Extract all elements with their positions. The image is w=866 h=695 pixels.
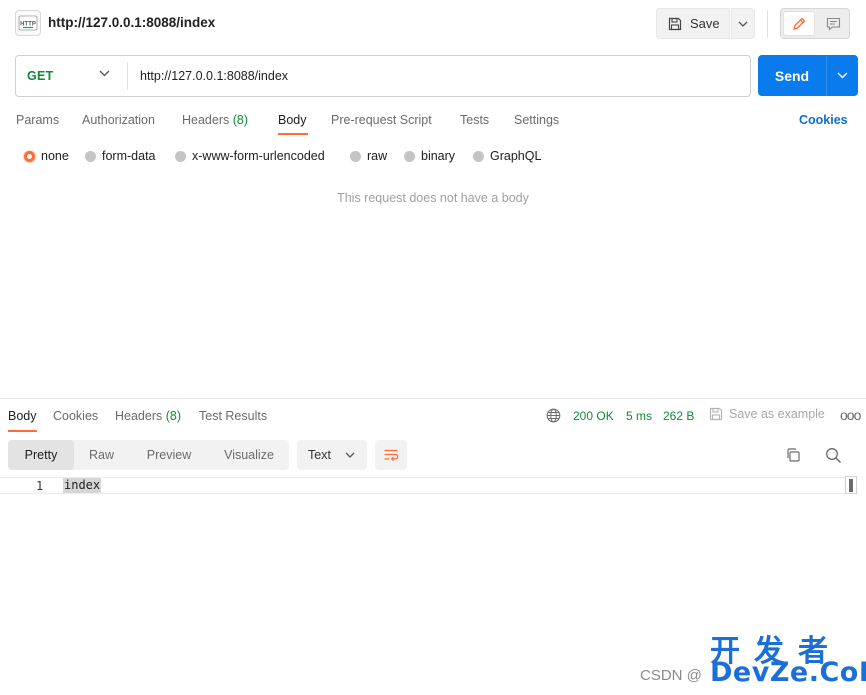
empty-body-message: This request does not have a body (337, 191, 529, 205)
radio-x-www-form-urlencoded[interactable]: x-www-form-urlencoded (175, 149, 325, 163)
save-icon (709, 407, 723, 421)
format-label: Text (308, 448, 331, 462)
tab-headers[interactable]: Headers (8) (182, 113, 248, 127)
cookies-link[interactable]: Cookies (799, 113, 848, 127)
globe-icon[interactable] (546, 408, 561, 423)
save-label: Save (690, 16, 720, 31)
save-button[interactable]: Save (656, 8, 730, 39)
response-divider[interactable] (0, 398, 866, 399)
tab-body[interactable]: Body (278, 113, 307, 127)
more-options-icon[interactable]: ooo (840, 407, 861, 423)
watermark-csdn: CSDN @ (640, 667, 702, 684)
response-size[interactable]: 262 B (663, 409, 694, 423)
editor-scrollbar[interactable] (845, 476, 857, 494)
response-time[interactable]: 5 ms (626, 409, 652, 423)
editor-current-line (0, 477, 858, 494)
url-input[interactable]: http://127.0.0.1:8088/index (140, 69, 288, 83)
view-preview[interactable]: Preview (129, 440, 209, 470)
response-body-text[interactable]: index (63, 478, 102, 493)
tab-pre-request-script[interactable]: Pre-request Script (331, 113, 432, 127)
wrap-lines-button[interactable] (375, 440, 407, 470)
request-title[interactable]: http://127.0.0.1:8088/index (48, 15, 215, 30)
save-options-button[interactable] (731, 8, 755, 39)
response-tab-cookies[interactable]: Cookies (53, 409, 98, 423)
chevron-down-icon (345, 452, 355, 458)
status-code[interactable]: 200 OK (573, 409, 614, 423)
pencil-icon (793, 17, 806, 30)
save-as-example-label: Save as example (729, 407, 825, 421)
response-tab-test-results[interactable]: Test Results (199, 409, 267, 423)
response-tab-body[interactable]: Body (8, 409, 37, 423)
url-bar: GET http://127.0.0.1:8088/index (15, 55, 751, 97)
save-icon (668, 17, 682, 30)
view-pretty[interactable]: Pretty (8, 440, 74, 470)
send-options-button[interactable] (826, 55, 858, 96)
chevron-down-icon (837, 72, 848, 79)
tab-settings[interactable]: Settings (514, 113, 559, 127)
radio-icon (175, 150, 186, 162)
send-button[interactable]: Send (758, 55, 826, 96)
view-raw[interactable]: Raw (74, 440, 129, 470)
svg-text:HTTP: HTTP (20, 22, 36, 28)
view-visualize[interactable]: Visualize (209, 440, 289, 470)
url-divider (127, 62, 128, 90)
active-response-tab-indicator (8, 430, 37, 432)
edit-mode-button[interactable] (783, 11, 815, 36)
comment-mode-button[interactable] (817, 11, 849, 36)
active-tab-indicator (278, 133, 308, 135)
radio-binary[interactable]: binary (404, 149, 455, 163)
response-tab-headers[interactable]: Headers (8) (115, 409, 181, 423)
radio-graphql[interactable]: GraphQL (473, 149, 541, 163)
line-number: 1 (36, 479, 44, 493)
radio-icon (85, 150, 96, 162)
tab-params[interactable]: Params (16, 113, 59, 127)
format-select[interactable]: Text (297, 440, 367, 470)
view-mode-tabs: Pretty Raw Preview Visualize (8, 440, 289, 470)
chevron-down-icon (738, 21, 748, 27)
watermark-en: DevZe.CoM (710, 657, 866, 688)
radio-icon (473, 150, 484, 162)
tab-authorization[interactable]: Authorization (82, 113, 155, 127)
mode-toggle (780, 8, 850, 39)
header-divider (767, 10, 768, 38)
tab-tests[interactable]: Tests (460, 113, 489, 127)
copy-icon[interactable] (785, 447, 801, 463)
comment-icon (826, 17, 840, 31)
radio-none[interactable]: none (24, 149, 69, 163)
method-select[interactable]: GET (27, 69, 54, 83)
radio-form-data[interactable]: form-data (85, 149, 156, 163)
response-headers-count: (8) (165, 409, 182, 423)
chevron-down-icon[interactable] (99, 70, 110, 77)
save-as-example-button[interactable]: Save as example (709, 407, 825, 421)
radio-icon (404, 150, 415, 162)
wrap-lines-icon (384, 449, 399, 462)
http-request-icon: HTTP (15, 10, 41, 36)
search-icon[interactable] (825, 447, 842, 464)
radio-selected-icon (24, 150, 35, 162)
radio-icon (350, 150, 361, 162)
radio-raw[interactable]: raw (350, 149, 387, 163)
headers-count: (8) (232, 113, 249, 127)
